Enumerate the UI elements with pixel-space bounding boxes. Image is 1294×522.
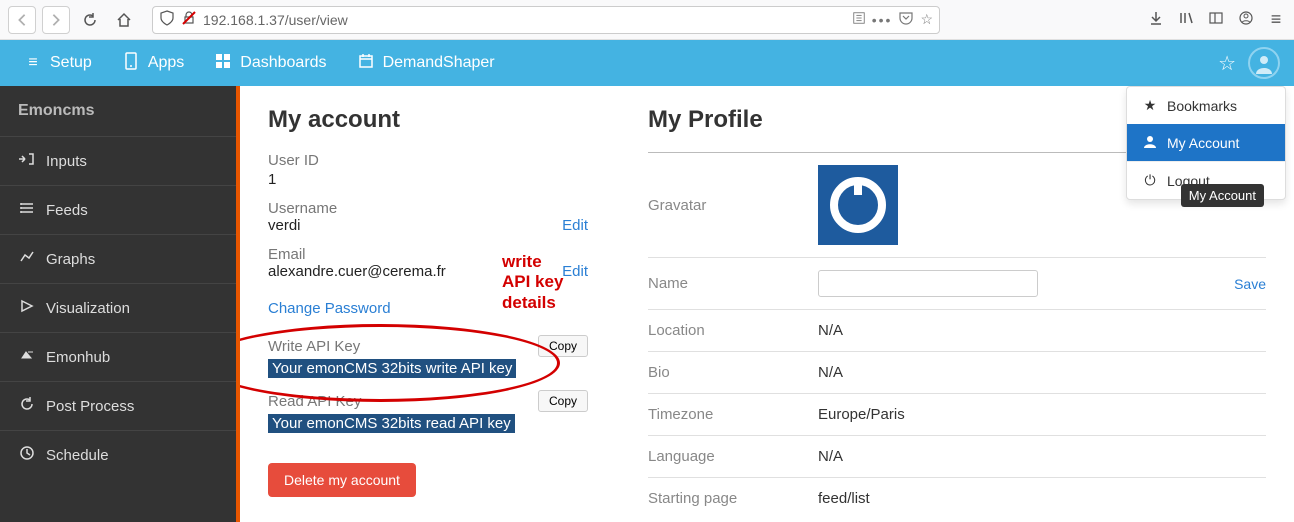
email-edit-link[interactable]: Edit xyxy=(562,263,588,280)
email-label: Email xyxy=(268,246,446,263)
language-value: N/A xyxy=(818,448,1266,465)
nav-apps[interactable]: Apps xyxy=(108,40,198,86)
username-value: verdi xyxy=(268,217,337,234)
read-api-copy-button[interactable]: Copy xyxy=(538,390,588,412)
sidebar-item-label: Visualization xyxy=(46,300,130,317)
bookmark-star[interactable]: ☆ xyxy=(1218,51,1236,76)
sidebar-item-inputs[interactable]: Inputs xyxy=(0,136,236,185)
sidebar-item-postprocess[interactable]: Post Process xyxy=(0,381,236,430)
name-save-link[interactable]: Save xyxy=(1234,276,1266,292)
feeds-icon xyxy=(18,200,36,220)
tooltip: My Account xyxy=(1181,184,1264,207)
visualization-icon xyxy=(18,298,36,318)
annotation-text: write API key details xyxy=(502,252,563,313)
gravatar-label: Gravatar xyxy=(648,197,818,214)
dropdown-bookmarks[interactable]: ★ Bookmarks xyxy=(1127,87,1285,124)
bookmark-star-icon[interactable]: ☆ xyxy=(920,11,933,28)
sidebar-item-feeds[interactable]: Feeds xyxy=(0,185,236,234)
write-api-value: Your emonCMS 32bits write API key xyxy=(268,359,516,378)
person-icon xyxy=(1141,134,1159,151)
nav-demandshaper[interactable]: DemandShaper xyxy=(343,40,509,86)
dropdown-my-account-label: My Account xyxy=(1167,135,1239,151)
sidebar-item-label: Inputs xyxy=(46,153,87,170)
bio-value: N/A xyxy=(818,364,1266,381)
sidebar-item-label: Graphs xyxy=(46,251,95,268)
reader-mode-icon[interactable] xyxy=(852,11,866,28)
startpage-label: Starting page xyxy=(648,490,818,507)
sidebar-item-label: Emonhub xyxy=(46,349,110,366)
toolbar-right: ≡ xyxy=(1146,9,1286,30)
power-icon: ⏻ xyxy=(1141,172,1159,189)
url-input[interactable] xyxy=(203,12,846,28)
sidebar-item-visualization[interactable]: Visualization xyxy=(0,283,236,332)
nav-setup-label: Setup xyxy=(50,54,92,72)
location-value: N/A xyxy=(818,322,1266,339)
read-api-value: Your emonCMS 32bits read API key xyxy=(268,414,515,433)
downloads-icon[interactable] xyxy=(1146,10,1166,29)
username-label: Username xyxy=(268,200,337,217)
grid-icon xyxy=(214,53,232,74)
menu-icon[interactable]: ≡ xyxy=(1266,9,1286,30)
page-actions-icon[interactable]: ••• xyxy=(872,12,893,28)
insecure-lock-icon xyxy=(181,10,197,29)
dropdown-my-account[interactable]: My Account xyxy=(1127,124,1285,161)
top-navbar: ≡ Setup Apps Dashboards DemandShaper ☆ xyxy=(0,40,1294,86)
sidebar-item-label: Feeds xyxy=(46,202,88,219)
library-icon[interactable] xyxy=(1176,10,1196,29)
shield-icon xyxy=(159,10,175,29)
pocket-icon[interactable] xyxy=(898,10,914,29)
name-input[interactable] xyxy=(818,270,1038,297)
user-id-label: User ID xyxy=(268,152,588,169)
inputs-icon xyxy=(18,151,36,171)
browser-chrome: ••• ☆ ≡ xyxy=(0,0,1294,40)
location-label: Location xyxy=(648,322,818,339)
delete-account-button[interactable]: Delete my account xyxy=(268,463,416,497)
back-button[interactable] xyxy=(8,6,36,34)
sidebar-item-graphs[interactable]: Graphs xyxy=(0,234,236,283)
name-label: Name xyxy=(648,275,818,292)
change-password-link[interactable]: Change Password xyxy=(268,300,391,317)
user-dropdown: ★ Bookmarks My Account ⏻ Logout xyxy=(1126,86,1286,200)
hamburger-icon: ≡ xyxy=(24,54,42,72)
sidebar: Emoncms Inputs Feeds Graphs Visualizatio… xyxy=(0,86,240,522)
user-avatar-button[interactable] xyxy=(1248,47,1280,79)
account-icon[interactable] xyxy=(1236,10,1256,29)
graphs-icon xyxy=(18,249,36,269)
calendar-icon xyxy=(357,53,375,74)
schedule-icon xyxy=(18,445,36,465)
nav-setup[interactable]: ≡ Setup xyxy=(10,40,106,86)
timezone-label: Timezone xyxy=(648,406,818,423)
account-heading: My account xyxy=(268,106,588,134)
postprocess-icon xyxy=(18,396,36,416)
username-edit-link[interactable]: Edit xyxy=(562,217,588,234)
star-icon: ★ xyxy=(1141,97,1159,114)
sidebar-item-schedule[interactable]: Schedule xyxy=(0,430,236,479)
nav-apps-label: Apps xyxy=(148,54,184,72)
url-bar[interactable]: ••• ☆ xyxy=(152,6,940,34)
read-api-label: Read API Key xyxy=(268,393,361,410)
dropdown-bookmarks-label: Bookmarks xyxy=(1167,98,1237,114)
write-api-copy-button[interactable]: Copy xyxy=(538,335,588,357)
write-api-label: Write API Key xyxy=(268,338,360,355)
email-value: alexandre.cuer@cerema.fr xyxy=(268,263,446,280)
startpage-value: feed/list xyxy=(818,490,1266,507)
gravatar-image xyxy=(818,165,898,245)
timezone-value: Europe/Paris xyxy=(818,406,1266,423)
nav-dashboards[interactable]: Dashboards xyxy=(200,40,340,86)
language-label: Language xyxy=(648,448,818,465)
phone-icon xyxy=(122,52,140,75)
nav-demandshaper-label: DemandShaper xyxy=(383,54,495,72)
nav-dashboards-label: Dashboards xyxy=(240,54,326,72)
sidebar-title: Emoncms xyxy=(0,86,236,136)
emonhub-icon xyxy=(18,347,36,367)
bio-label: Bio xyxy=(648,364,818,381)
sidebar-item-emonhub[interactable]: Emonhub xyxy=(0,332,236,381)
reload-button[interactable] xyxy=(76,6,104,34)
home-button[interactable] xyxy=(110,6,138,34)
sidebar-item-label: Schedule xyxy=(46,447,109,464)
forward-button[interactable] xyxy=(42,6,70,34)
sidebar-item-label: Post Process xyxy=(46,398,134,415)
user-id-value: 1 xyxy=(268,171,588,188)
sidebar-icon[interactable] xyxy=(1206,10,1226,29)
